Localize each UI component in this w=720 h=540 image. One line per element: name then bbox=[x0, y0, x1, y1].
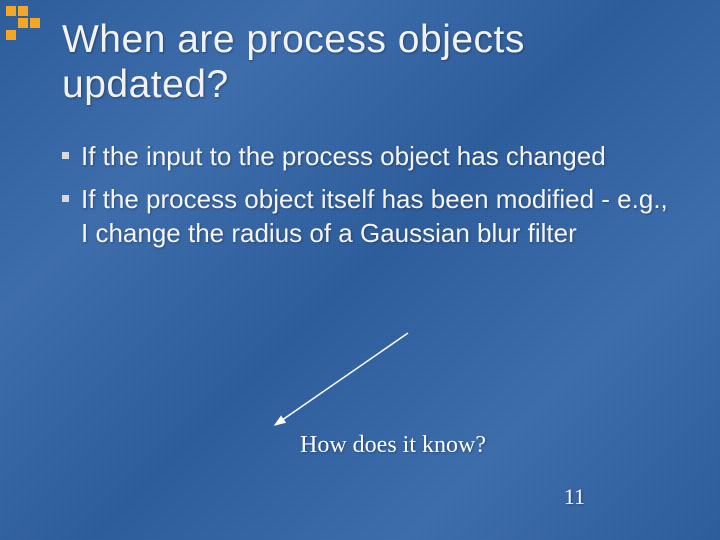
annotation-text: How does it know? bbox=[300, 432, 486, 459]
logo-squares bbox=[6, 6, 40, 40]
page-number: 11 bbox=[564, 484, 585, 510]
bullet-icon bbox=[62, 152, 69, 159]
bullet-list: If the input to the process object has c… bbox=[62, 140, 680, 260]
list-item: If the input to the process object has c… bbox=[62, 140, 680, 173]
bullet-text: If the process object itself has been mo… bbox=[81, 183, 680, 250]
bullet-text: If the input to the process object has c… bbox=[81, 140, 606, 173]
arrow-icon bbox=[250, 325, 430, 445]
list-item: If the process object itself has been mo… bbox=[62, 183, 680, 250]
bullet-icon bbox=[62, 195, 69, 202]
slide-title: When are process objects updated? bbox=[62, 18, 700, 108]
